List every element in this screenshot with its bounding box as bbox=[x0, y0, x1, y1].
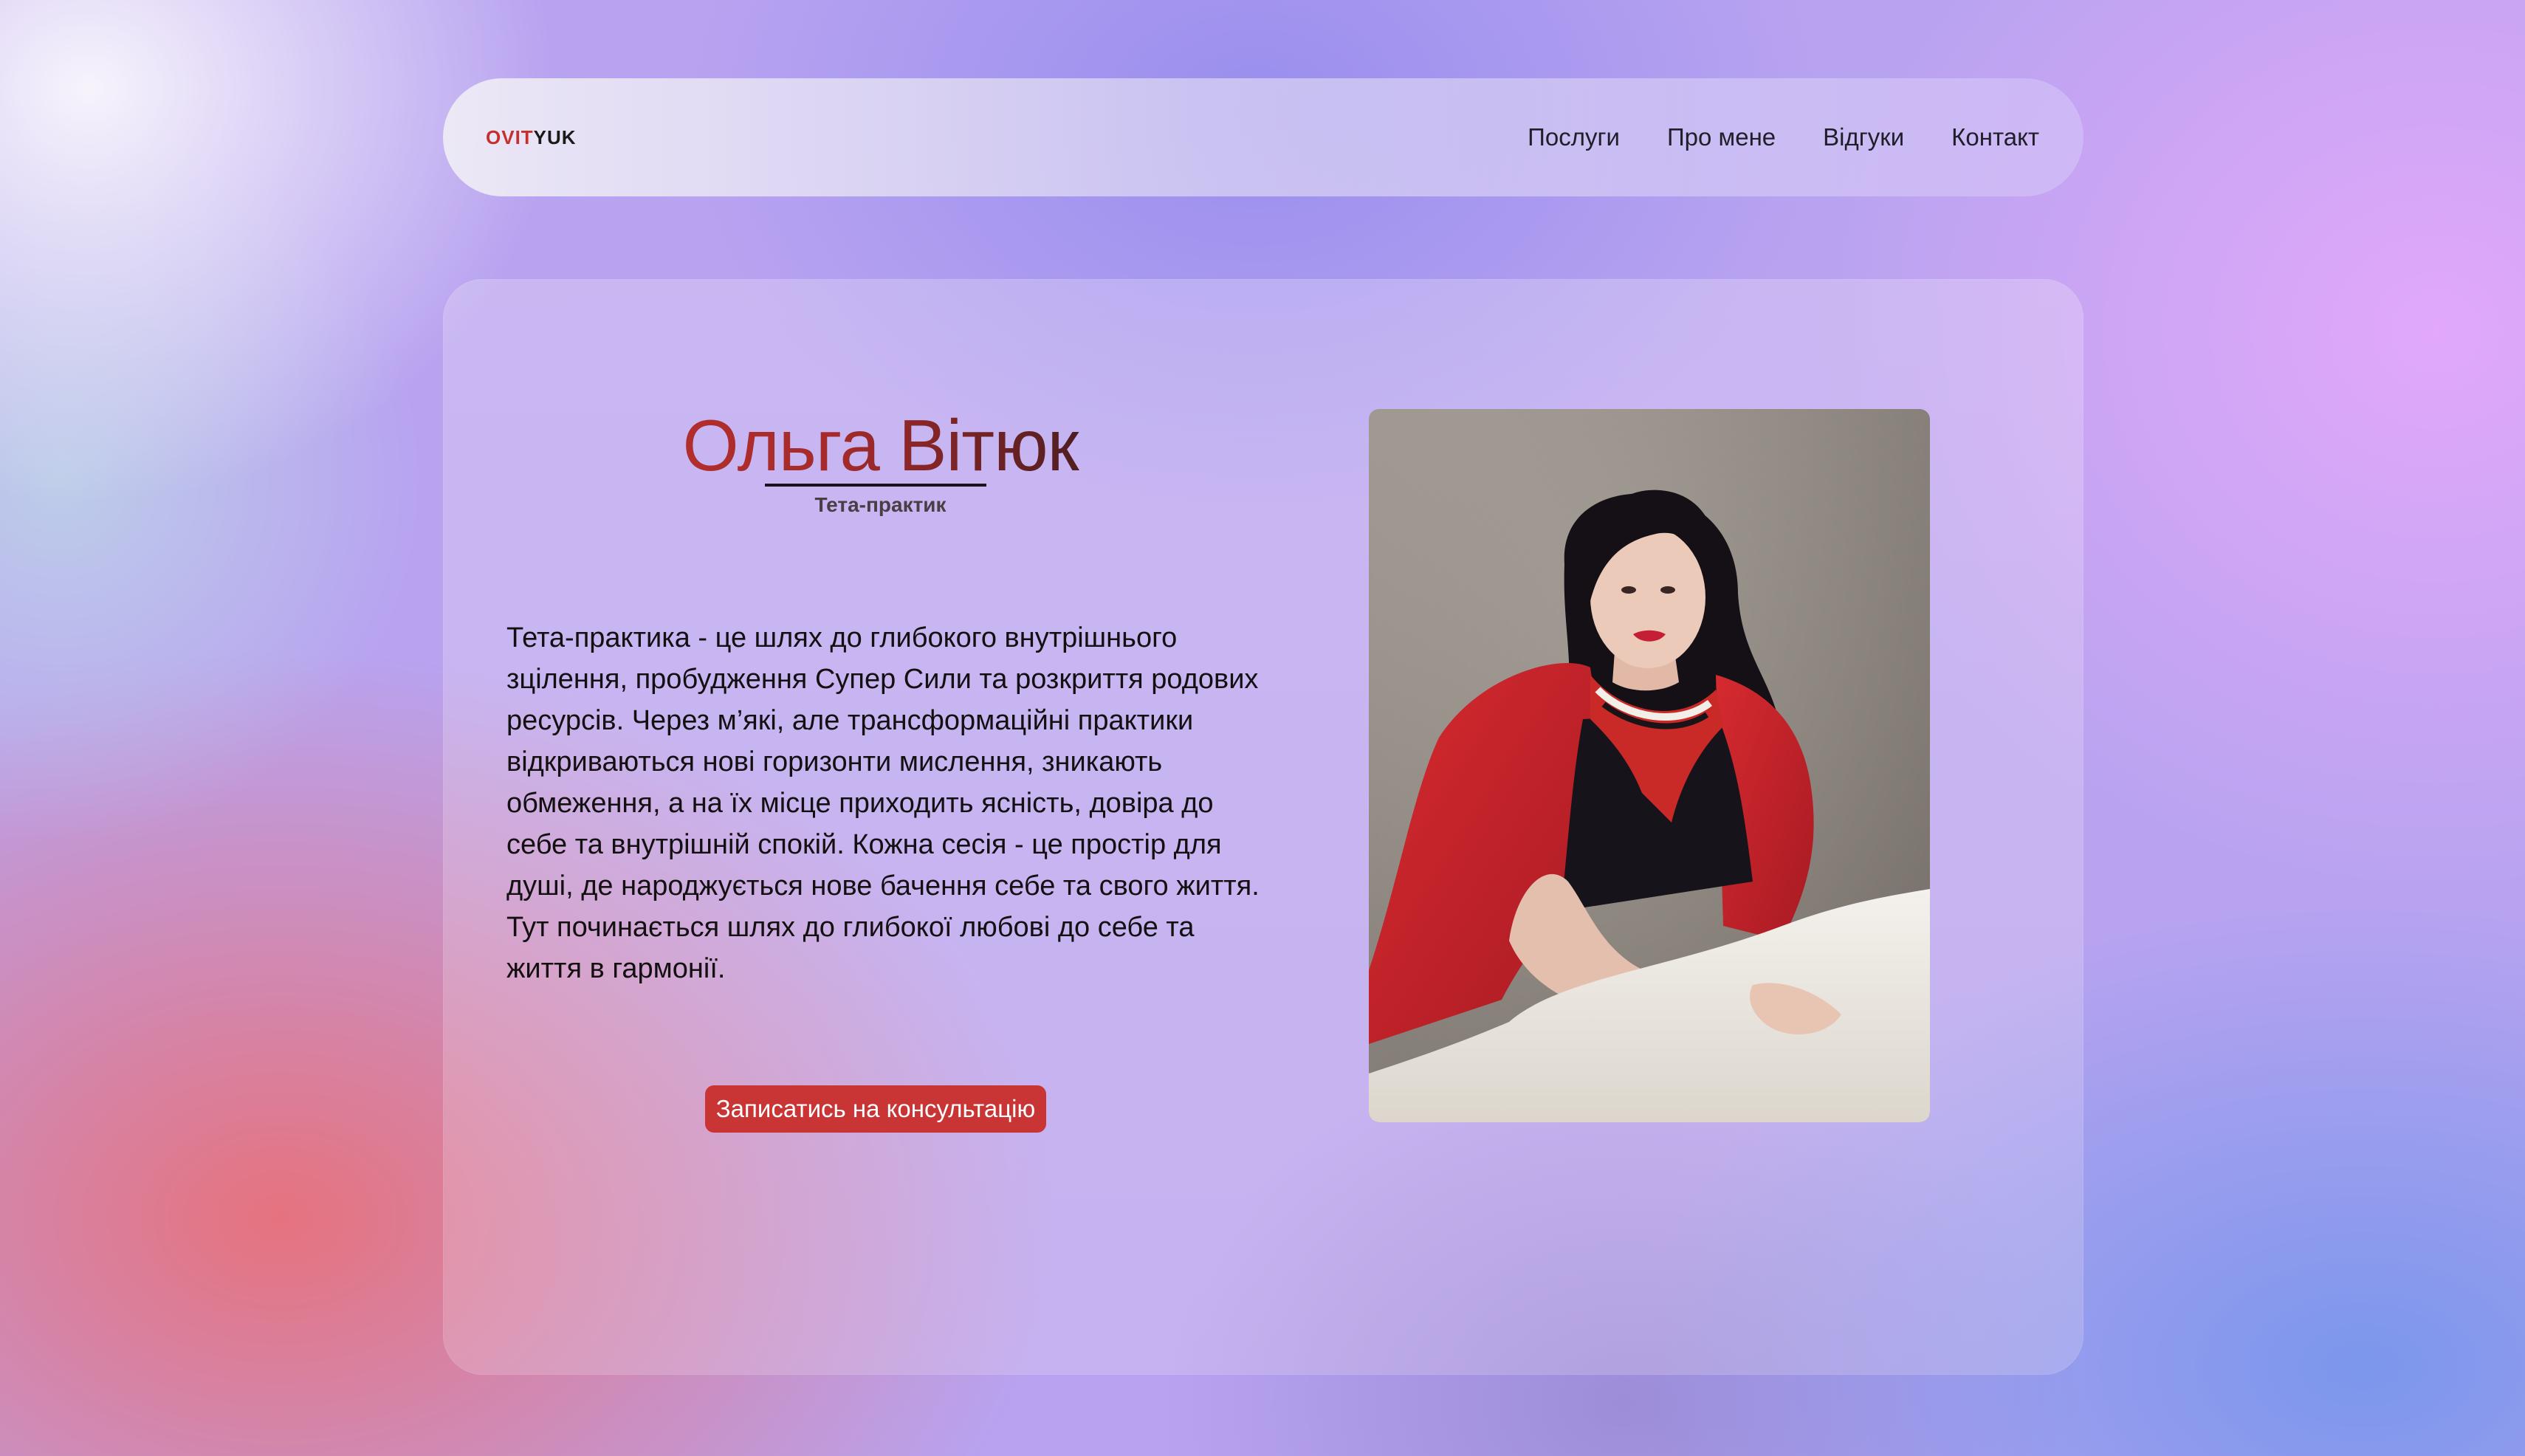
top-navigation: OVITYUK Послуги Про мене Відгуки Контакт bbox=[443, 78, 2083, 196]
logo-part-red: OVIT bbox=[486, 126, 534, 148]
nav-link-reviews[interactable]: Відгуки bbox=[1823, 123, 1904, 151]
hero-name: Ольга Вітюк bbox=[443, 401, 1318, 490]
nav-link-contact[interactable]: Контакт bbox=[1951, 123, 2039, 151]
nav-link-about[interactable]: Про мене bbox=[1667, 123, 1776, 151]
nav-link-services[interactable]: Послуги bbox=[1528, 123, 1620, 151]
name-underline-divider bbox=[765, 484, 986, 487]
portrait-illustration bbox=[1369, 409, 1930, 1122]
portrait-photo bbox=[1369, 409, 1930, 1122]
hero-subtitle: Тета-практик bbox=[814, 493, 947, 516]
book-consultation-button[interactable]: Записатись на консультацію bbox=[705, 1085, 1046, 1133]
logo-part-dark: YUK bbox=[533, 126, 577, 148]
brand-logo[interactable]: OVITYUK bbox=[486, 126, 577, 149]
nav-links: Послуги Про мене Відгуки Контакт bbox=[1528, 78, 2039, 196]
hero-card: Ольга Вітюк Тета-практик Тета-практика -… bbox=[443, 279, 2083, 1375]
hero-description: Тета-практика - це шлях до глибокого вну… bbox=[506, 622, 1260, 984]
